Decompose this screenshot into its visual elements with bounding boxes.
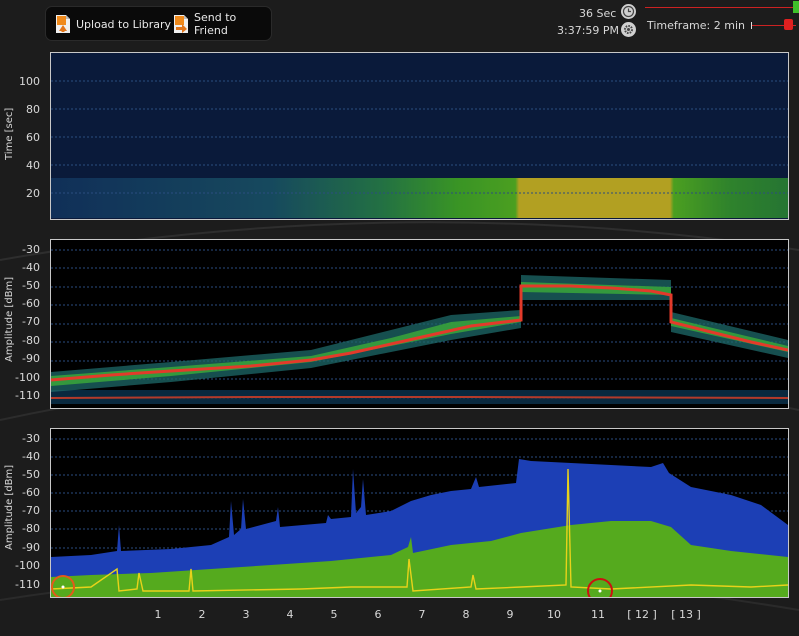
spectrum-ytick: -70 (22, 504, 40, 517)
density-ytick: -80 (22, 334, 40, 347)
density-ytick: -40 (22, 261, 40, 274)
send-to-friend-button[interactable]: Send to Friend (172, 11, 271, 37)
channel-tick: 5 (330, 608, 338, 621)
density-ytick: -70 (22, 315, 40, 328)
timeframe-slider-handle[interactable] (784, 19, 793, 30)
time-slider-track[interactable] (645, 7, 795, 8)
upload-icon (54, 14, 72, 34)
density-ytick: -50 (22, 279, 40, 292)
spectrum-ytick: -110 (15, 578, 40, 591)
waterfall-ytick: 60 (26, 131, 40, 144)
channel-tick: 11 (591, 608, 605, 621)
waterfall-ytick: 80 (26, 103, 40, 116)
channel-tick: 10 (547, 608, 561, 621)
spectrum-ytick: -100 (15, 559, 40, 572)
upload-to-library-button[interactable]: Upload to Library (54, 14, 171, 34)
spectrum-ytick: -60 (22, 486, 40, 499)
channel-tick: 7 (418, 608, 426, 621)
waterfall-ytick: 100 (19, 75, 40, 88)
channel-tick: 6 (374, 608, 382, 621)
channel-tick: 2 (198, 608, 206, 621)
density-ytick: -100 (15, 371, 40, 384)
waterfall-ytick: 40 (26, 159, 40, 172)
time-slider-handle[interactable] (793, 1, 799, 13)
timeframe-label: Timeframe: 2 min (647, 19, 745, 32)
density-spectrum[interactable] (50, 239, 789, 409)
send-label: Send to Friend (194, 11, 237, 37)
channel-tick: [ 12 ] (627, 608, 657, 621)
spectrum-ytick: -50 (22, 468, 40, 481)
spectrum-plot[interactable] (50, 428, 789, 604)
channel-tick: [ 13 ] (671, 608, 701, 621)
density-ytick: -110 (15, 389, 40, 402)
spectrum-ytick: -80 (22, 522, 40, 535)
channel-tick: 8 (462, 608, 470, 621)
channel-tick: 4 (286, 608, 294, 621)
density-ytick: -30 (22, 243, 40, 256)
settings-gear-icon[interactable] (621, 22, 636, 37)
density-ytick: -90 (22, 352, 40, 365)
timeframe-slider-min (751, 22, 752, 29)
spectrum-ytick: -40 (22, 450, 40, 463)
spectrum-ytick: -30 (22, 432, 40, 445)
elapsed-time: 36 Sec (579, 7, 617, 20)
send-icon (172, 14, 190, 34)
channel-tick: 3 (242, 608, 250, 621)
waterfall-spectrogram[interactable] (50, 52, 789, 220)
channel-tick: 1 (154, 608, 162, 621)
spectrum-ytick: -90 (22, 541, 40, 554)
density-ytick: -60 (22, 297, 40, 310)
waterfall-ytick: 20 (26, 187, 40, 200)
clock-icon[interactable] (621, 4, 636, 19)
toolbar: Upload to Library Send to Friend (45, 6, 272, 41)
clock-time: 3:37:59 PM (557, 24, 620, 37)
upload-label: Upload to Library (76, 17, 172, 31)
channel-tick: 9 (506, 608, 514, 621)
